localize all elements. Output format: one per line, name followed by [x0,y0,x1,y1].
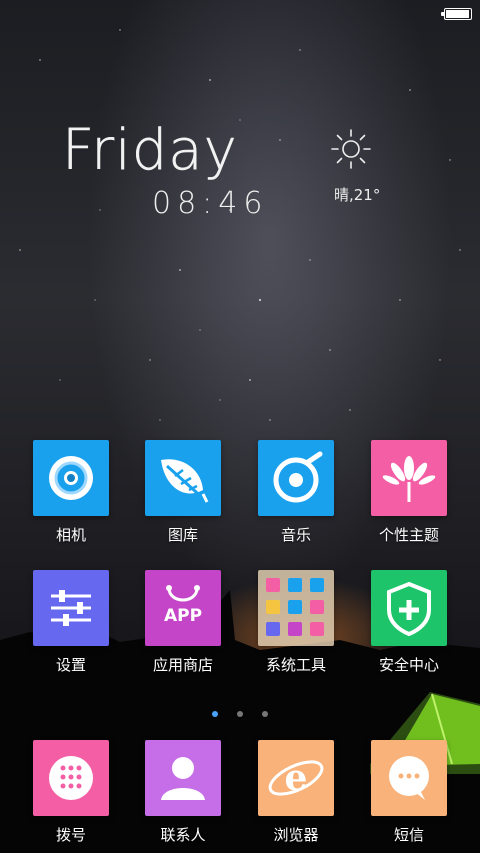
clock-day: Friday [62,118,238,184]
app-label: 应用商店 [152,656,213,674]
page-dot-active[interactable] [211,711,218,717]
app-label: 音乐 [280,526,311,544]
app-label: 图库 [167,526,198,544]
sun-icon [331,129,371,169]
leaf-gallery-icon[interactable] [145,440,221,516]
app-label: 个性主题 [378,526,439,544]
flower-theme-icon[interactable] [371,440,447,516]
page-dot[interactable] [237,711,243,717]
app-label: 安全中心 [378,656,439,674]
app-label: 拨号 [55,826,86,844]
chat-bubble-icon[interactable] [371,740,447,816]
camera-icon[interactable] [33,440,109,516]
app-contacts[interactable]: 联系人 [128,740,238,845]
shopping-bag-icon[interactable]: APP [145,570,221,646]
shield-plus-icon[interactable] [371,570,447,646]
app-camera[interactable]: 相机 [16,440,126,545]
clock-time: 08:46 [152,186,269,221]
page-dot[interactable] [262,711,269,717]
svg-text:e: e [285,757,308,799]
app-music[interactable]: 音乐 [241,440,351,545]
app-settings[interactable]: 设置 [16,570,126,675]
music-disc-icon[interactable] [258,440,334,516]
app-dialer[interactable]: 拨号 [16,740,126,845]
app-label: 浏览器 [273,826,319,844]
app-browser[interactable]: e 浏览器 [241,740,351,845]
app-store[interactable]: APP 应用商店 [128,570,238,675]
app-label: 联系人 [160,826,206,844]
battery-icon [441,8,472,20]
app-security[interactable]: 安全中心 [354,570,464,675]
folder-icon[interactable] [258,570,334,646]
app-label: 设置 [55,656,86,674]
app-label: 短信 [393,826,424,844]
dialpad-icon[interactable] [33,740,109,816]
app-theme[interactable]: 个性主题 [354,440,464,545]
app-gallery[interactable]: 图库 [128,440,238,545]
tile-text: APP [163,606,203,626]
browser-e-icon[interactable]: e [258,740,334,816]
app-messages[interactable]: 短信 [354,740,464,845]
weather-text: 晴,21° [334,186,381,204]
sliders-settings-icon[interactable] [33,570,109,646]
app-label: 相机 [55,526,86,544]
app-system-tools-folder[interactable]: 系统工具 [241,570,351,675]
app-label: 系统工具 [265,656,326,674]
person-icon[interactable] [145,740,221,816]
page-indicator[interactable] [0,702,480,721]
